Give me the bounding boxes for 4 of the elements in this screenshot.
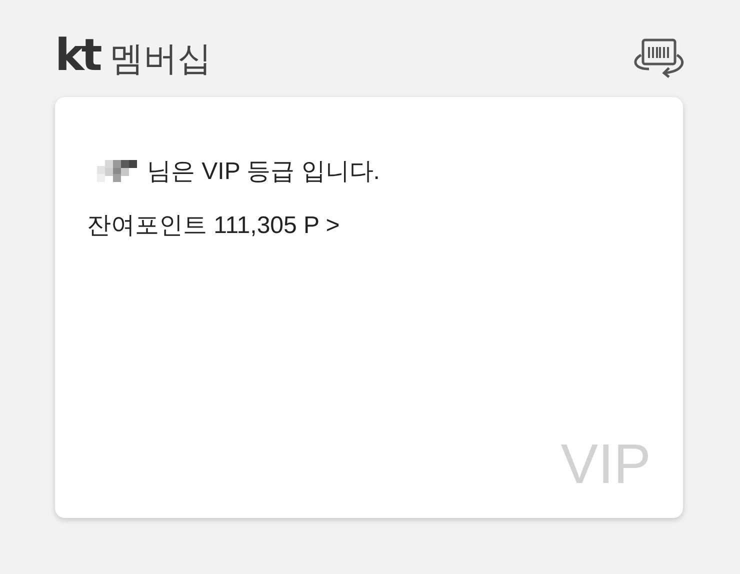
page-title: 멤버십 (109, 39, 212, 80)
kt-logo: kt (55, 34, 100, 78)
points-link[interactable]: 잔여포인트 111,305 P > (87, 209, 340, 241)
grade-message: 님은 VIP 등급 입니다. (147, 157, 380, 187)
